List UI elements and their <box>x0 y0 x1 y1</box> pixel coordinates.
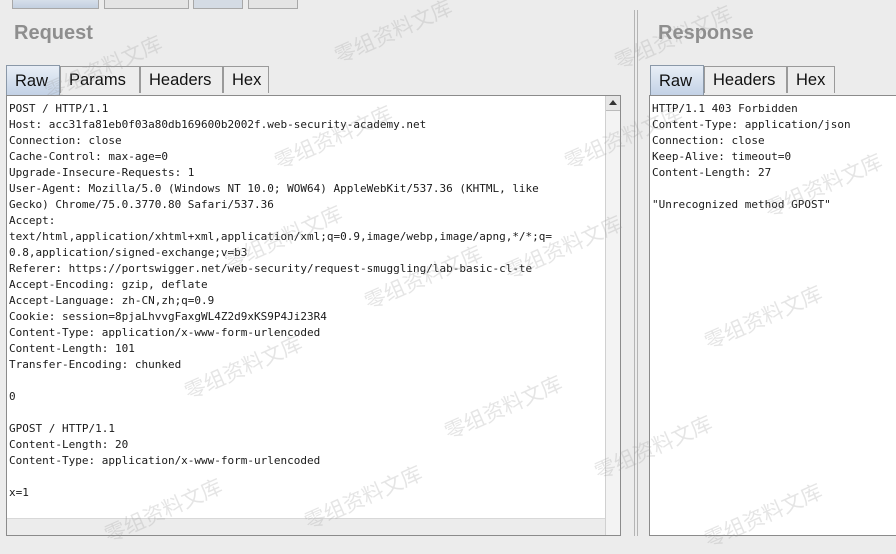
top-tab-4[interactable] <box>248 0 298 9</box>
request-tab-raw[interactable]: Raw <box>6 65 60 95</box>
request-tab-headers[interactable]: Headers <box>140 66 223 93</box>
scroll-up-arrow-icon[interactable] <box>606 96 620 111</box>
response-editor[interactable]: HTTP/1.1 403 Forbidden Content-Type: app… <box>649 95 896 536</box>
response-panel: Response Raw Headers Hex HTTP/1.1 403 Fo… <box>637 10 896 536</box>
request-vertical-scrollbar[interactable] <box>605 96 620 535</box>
request-panel: Request Raw Params Headers Hex POST / HT… <box>0 10 635 536</box>
response-title: Response <box>658 22 754 44</box>
request-horizontal-scrollbar[interactable] <box>7 518 605 535</box>
response-tab-headers[interactable]: Headers <box>704 66 787 93</box>
request-tab-hex[interactable]: Hex <box>223 66 269 93</box>
request-tab-params[interactable]: Params <box>60 66 140 93</box>
response-body[interactable]: HTTP/1.1 403 Forbidden Content-Type: app… <box>650 96 896 213</box>
top-tab-1[interactable] <box>12 0 99 9</box>
request-title: Request <box>14 22 93 44</box>
top-tab-2[interactable] <box>104 0 189 9</box>
request-body[interactable]: POST / HTTP/1.1 Host: acc31fa81eb0f03a80… <box>7 96 620 501</box>
response-tab-raw[interactable]: Raw <box>650 65 704 95</box>
top-tab-3[interactable] <box>193 0 243 9</box>
top-tab-strip <box>0 0 896 9</box>
request-editor[interactable]: POST / HTTP/1.1 Host: acc31fa81eb0f03a80… <box>6 95 621 536</box>
response-tab-hex[interactable]: Hex <box>787 66 835 93</box>
